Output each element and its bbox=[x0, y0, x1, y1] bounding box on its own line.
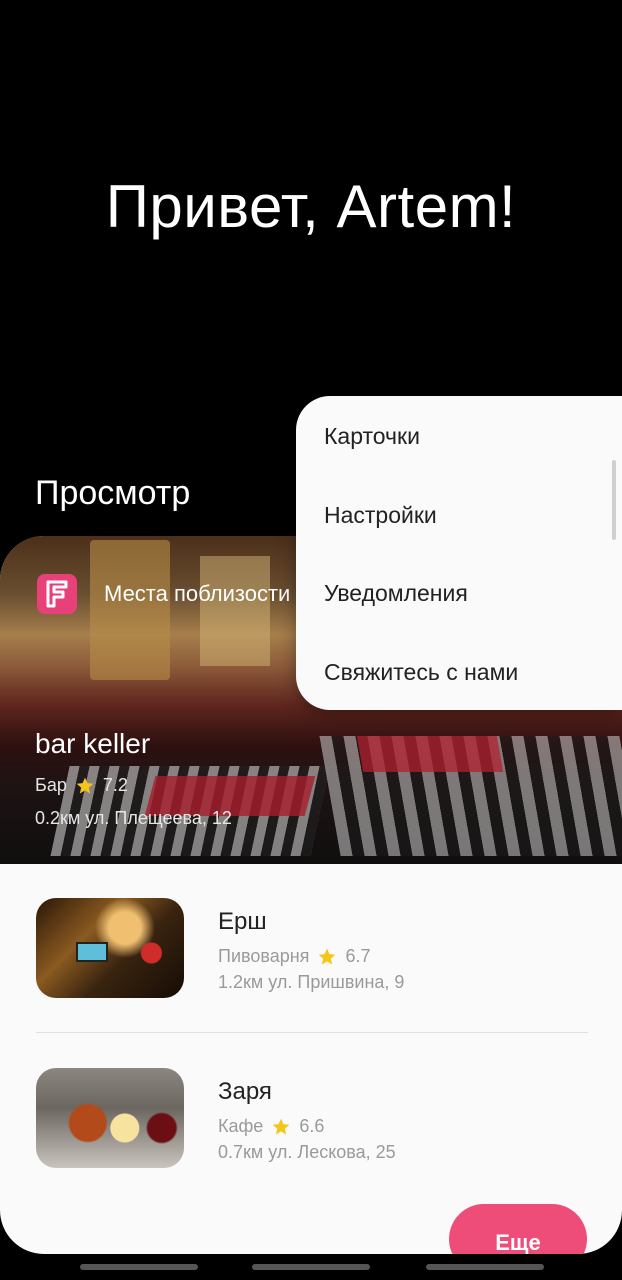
place-rating: 6.6 bbox=[299, 1116, 325, 1136]
star-icon bbox=[272, 1118, 290, 1134]
menu-scrollbar[interactable] bbox=[612, 460, 616, 540]
place-rating: 6.7 bbox=[345, 946, 371, 966]
menu-item-cards[interactable]: Карточки bbox=[296, 414, 622, 493]
nav-back-pill[interactable] bbox=[80, 1264, 198, 1270]
navigation-bar bbox=[0, 1254, 622, 1280]
star-icon bbox=[319, 948, 336, 964]
list-item[interactable]: Ерш Пивоварня 6.7 1.2км ул. Пришвина, 9 bbox=[0, 898, 622, 998]
place-category: Пивоварня bbox=[218, 946, 310, 966]
featured-place-address: 0.2км ул. Плещеева, 12 bbox=[35, 808, 232, 828]
source-label: Места поблизости bbox=[104, 581, 291, 606]
section-title: Просмотр bbox=[35, 474, 191, 512]
featured-place-meta: Бар 7.2 bbox=[35, 775, 128, 796]
thumbnail-detail bbox=[76, 942, 108, 962]
star-icon bbox=[76, 777, 94, 793]
nav-recents-pill[interactable] bbox=[426, 1264, 544, 1270]
menu-item-notifications[interactable]: Уведомления bbox=[296, 571, 622, 650]
nav-home-pill[interactable] bbox=[252, 1264, 370, 1270]
list-item[interactable]: Заря Кафе 6.6 0.7км ул. Лескова, 25 bbox=[0, 1068, 622, 1168]
place-thumbnail bbox=[36, 898, 184, 998]
foursquare-icon bbox=[37, 574, 77, 614]
place-meta: Кафе 6.6 bbox=[218, 1116, 324, 1137]
featured-place-category: Бар bbox=[35, 775, 67, 795]
menu-item-settings[interactable]: Настройки bbox=[296, 493, 622, 572]
more-button[interactable]: Еще bbox=[449, 1204, 587, 1254]
place-address: 0.7км ул. Лескова, 25 bbox=[218, 1142, 396, 1162]
place-category: Кафе bbox=[218, 1116, 264, 1136]
featured-place-rating: 7.2 bbox=[102, 775, 128, 795]
divider bbox=[36, 1032, 588, 1033]
place-address: 1.2км ул. Пришвина, 9 bbox=[218, 972, 405, 992]
hero-photo-detail bbox=[90, 540, 170, 680]
greeting-title: Привет, Artem! bbox=[105, 173, 517, 240]
hero-photo-detail bbox=[356, 736, 504, 772]
menu-item-contact-us[interactable]: Свяжитесь с нами bbox=[296, 650, 622, 729]
options-menu: Карточки Настройки Уведомления Свяжитесь… bbox=[296, 396, 622, 710]
place-name: Ерш bbox=[218, 908, 267, 935]
place-meta: Пивоварня 6.7 bbox=[218, 946, 370, 967]
place-name: Заря bbox=[218, 1078, 272, 1105]
featured-place-name: bar keller bbox=[35, 728, 151, 759]
hero-photo-detail bbox=[200, 556, 270, 666]
place-thumbnail bbox=[36, 1068, 184, 1168]
